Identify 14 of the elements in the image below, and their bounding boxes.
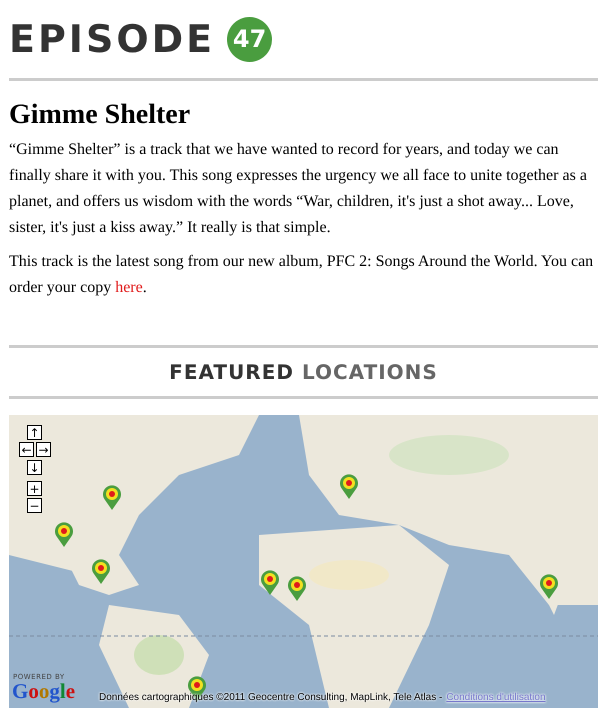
pan-left-button[interactable]: ← bbox=[19, 442, 34, 457]
episode-title: EPISODE bbox=[9, 17, 216, 61]
section-heading: FEATURED LOCATIONS bbox=[168, 360, 439, 384]
google-logo: Google bbox=[12, 679, 76, 704]
pan-up-button[interactable]: ↑ bbox=[27, 425, 42, 440]
paragraph: “Gimme Shelter” is a track that we have wanted to record for years, and today we can finally share it with you. This song expresses the urgency we all face to unite together as a planet, and offers us wisdom with the words “War, children, it's just a shot away... Love, sister, it's just a kiss away.” It really is that simple. bbox=[9, 140, 588, 238]
zoom-in-button[interactable]: + bbox=[27, 481, 42, 496]
pan-right-button[interactable]: → bbox=[36, 442, 51, 457]
pan-down-button[interactable]: ↓ bbox=[27, 460, 42, 475]
article-title: Gimme Shelter bbox=[9, 99, 192, 131]
paragraph: This track is the latest song from our new album, PFC 2: Songs Around the World. You can order your copy here. bbox=[9, 252, 594, 298]
zoom-out-button[interactable]: − bbox=[27, 498, 42, 513]
episode-number-badge: 47 bbox=[227, 16, 272, 62]
order-link[interactable]: here bbox=[115, 279, 143, 296]
